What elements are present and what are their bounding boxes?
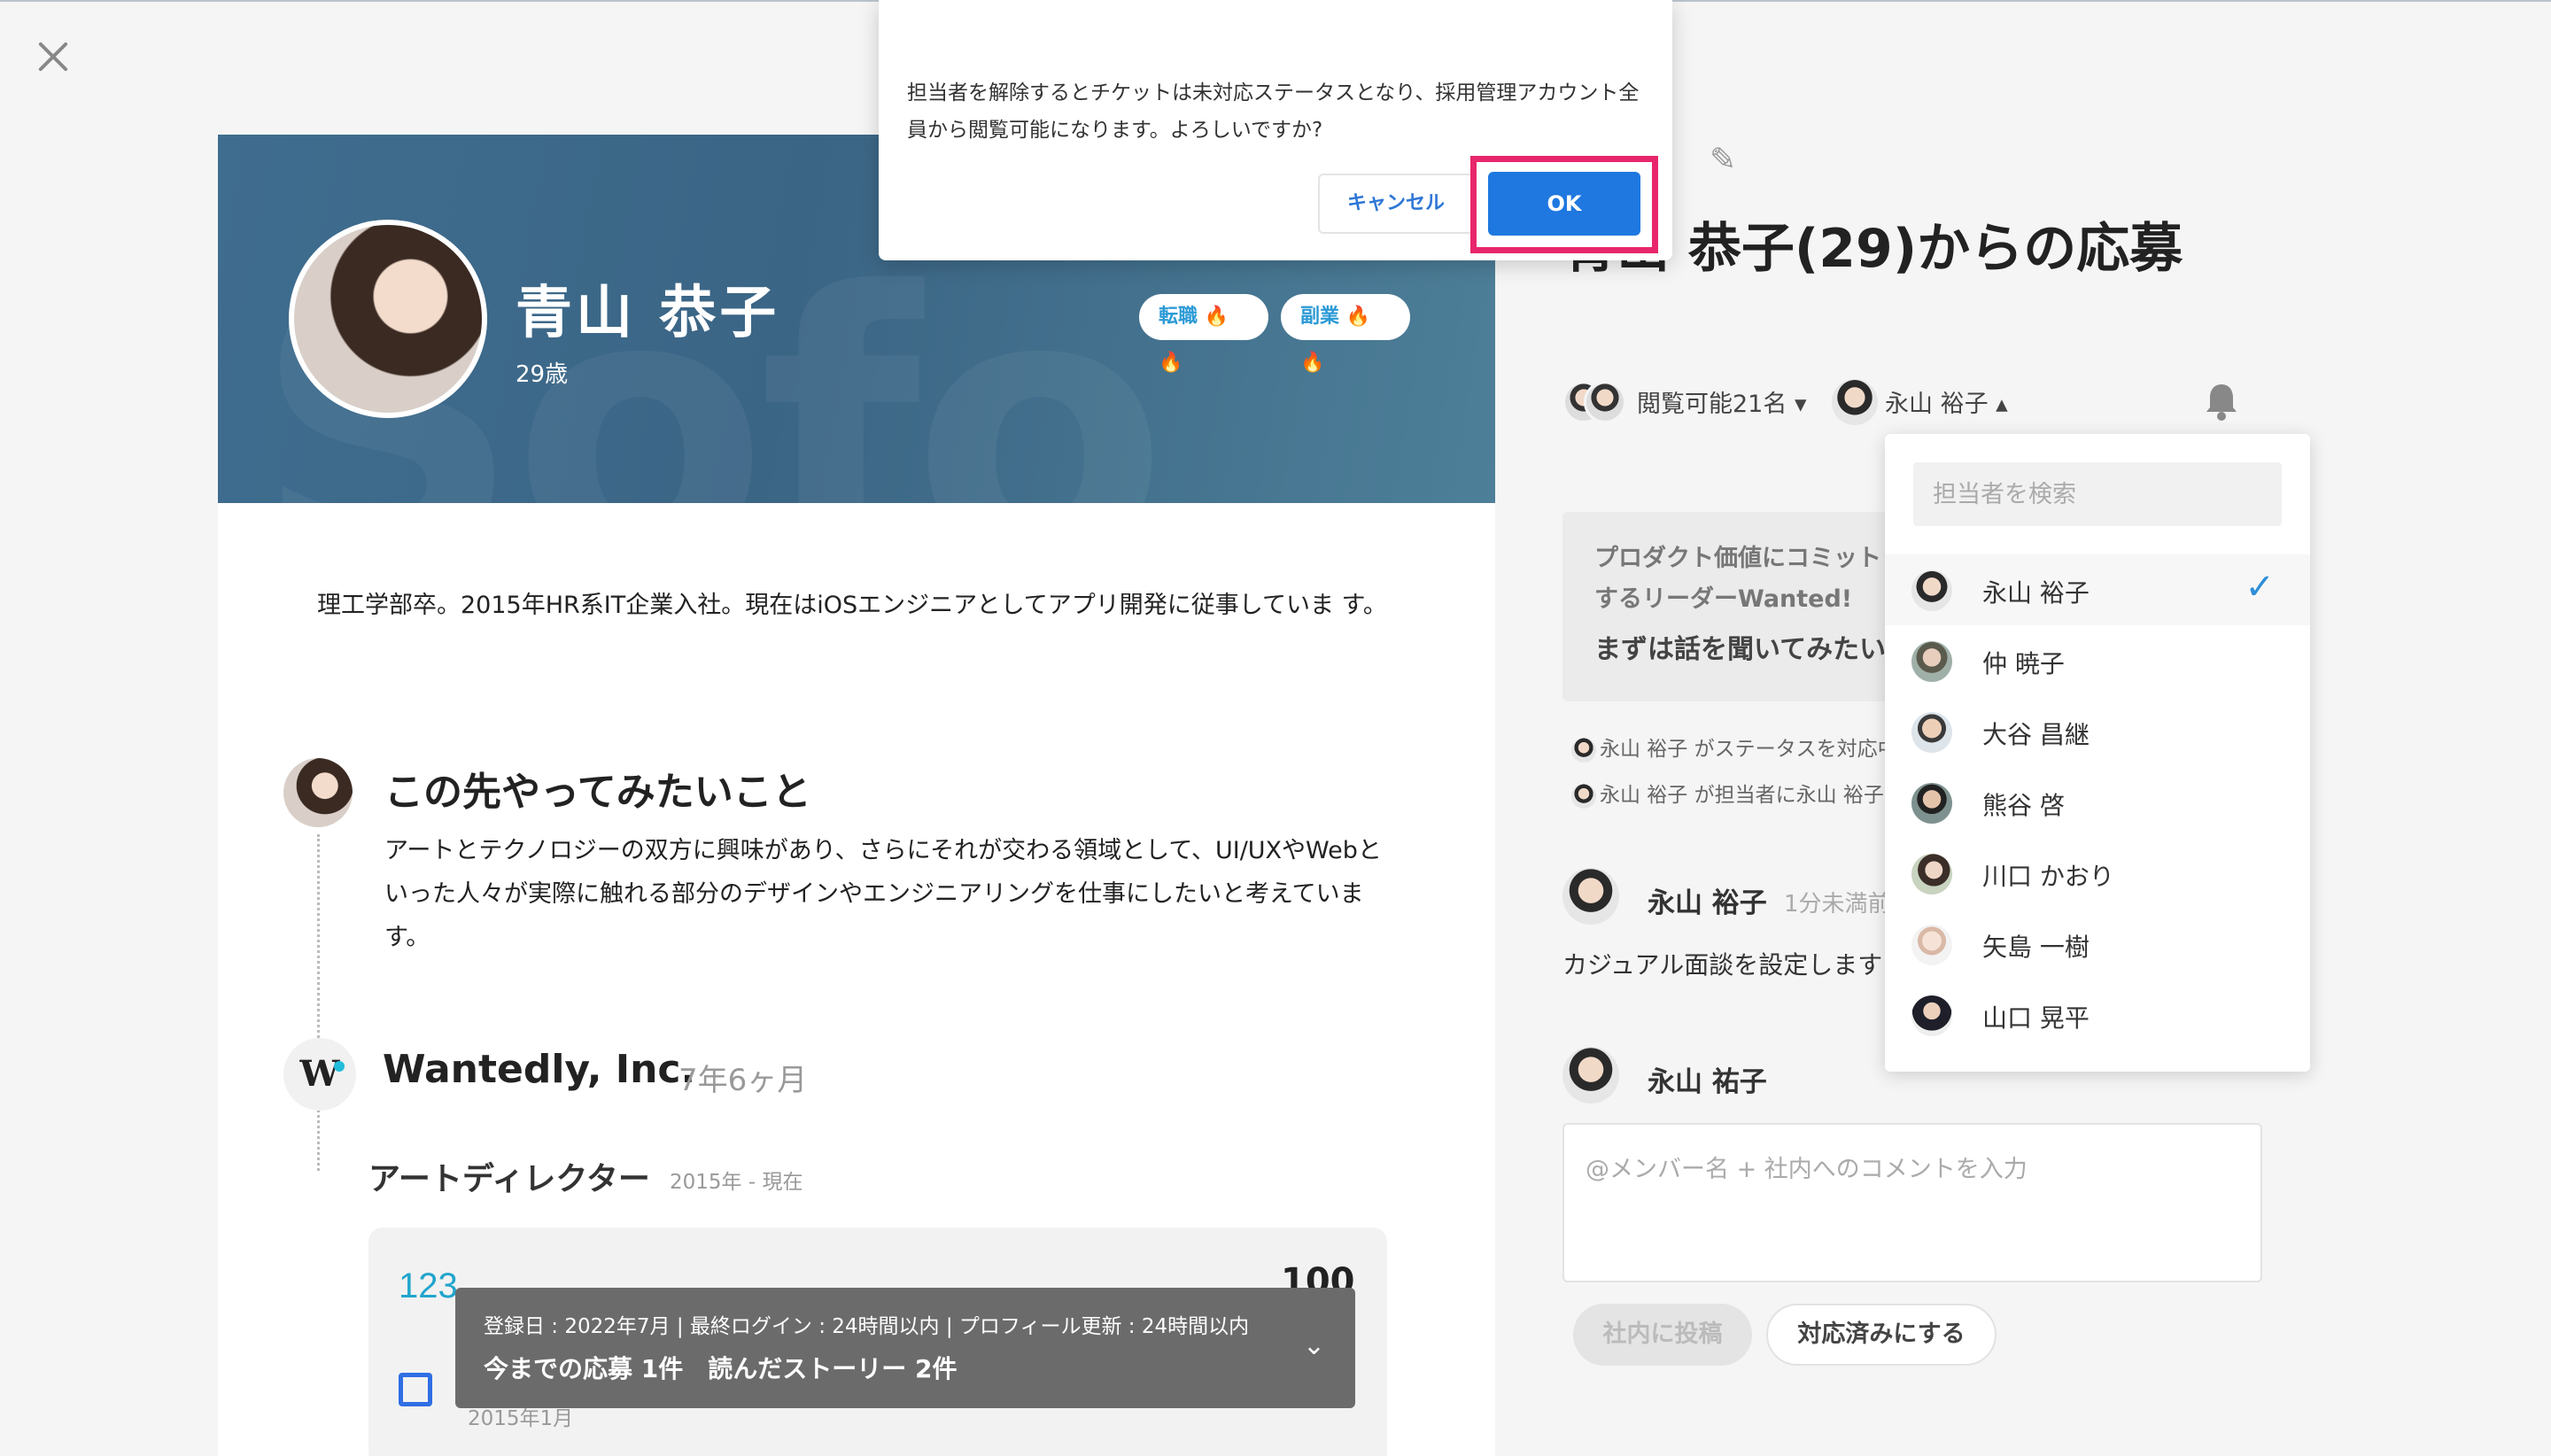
composer-avatar bbox=[1562, 1047, 1619, 1104]
log-avatar bbox=[1571, 783, 1596, 809]
cancel-button[interactable]: キャンセル bbox=[1318, 174, 1474, 234]
close-icon[interactable] bbox=[34, 37, 73, 76]
section-avatar bbox=[283, 758, 353, 827]
assignee-option[interactable]: 仲 暁子 bbox=[1885, 625, 2310, 696]
member-name: 大谷 昌継 bbox=[1982, 720, 2090, 749]
mark-done-button[interactable]: 対応済みにする bbox=[1766, 1304, 1997, 1366]
member-avatar bbox=[1911, 995, 1952, 1036]
viewers-dropdown[interactable]: 閲覧可能21名 ▾ bbox=[1637, 384, 1807, 419]
stats-bar[interactable]: 登録日 : 2022年7月 | 最終ログイン : 24時間以内 | プロフィール… bbox=[455, 1288, 1355, 1408]
message-headline: プロダクト価値にコミットするリーダーWanted! bbox=[1594, 545, 1881, 613]
assignee-avatar bbox=[1832, 379, 1878, 425]
profile-name: 青山 恭子 bbox=[516, 281, 780, 346]
log-avatar bbox=[1571, 737, 1596, 763]
log-text: 永山 裕子 が担当者に永山 裕子を設定 bbox=[1600, 784, 1890, 807]
member-name: 熊谷 啓 bbox=[1982, 791, 2065, 820]
member-avatar bbox=[1911, 854, 1952, 895]
message-intent: まずは話を聞いてみたい bbox=[1594, 634, 1887, 665]
assignee-option[interactable]: 大谷 昌継 bbox=[1885, 696, 2310, 767]
section-title: この先やってみたいこと bbox=[384, 770, 811, 815]
profile-card: Sofo 青山 恭子 29歳 転職 🔥🔥 副業 🔥🔥 理工学部卒。2015年HR… bbox=[218, 135, 1495, 1456]
viewer-avatar bbox=[1584, 381, 1626, 423]
assignee-search-input[interactable] bbox=[1913, 462, 2282, 526]
check-icon: ✓ bbox=[2245, 567, 2275, 608]
member-avatar bbox=[1911, 712, 1952, 753]
section-body: アートとテクノロジーの双方に興味があり、さらにそれが交わる領域として、UI/UX… bbox=[384, 837, 1382, 951]
member-avatar bbox=[1911, 925, 1952, 965]
member-avatar bbox=[1911, 570, 1952, 611]
job-title: アートディレクター bbox=[368, 1161, 650, 1197]
profile-avatar bbox=[289, 220, 487, 418]
member-avatar bbox=[1911, 641, 1952, 682]
composer-author: 永山 祐子 bbox=[1648, 1066, 1767, 1098]
member-name: 仲 暁子 bbox=[1982, 649, 2065, 678]
edit-pencil-icon[interactable]: ✎ bbox=[1710, 142, 1736, 178]
member-name: 永山 裕子 bbox=[1982, 578, 2090, 608]
stats-registration: 登録日 : 2022年7月 | 最終ログイン : 24時間以内 | プロフィール… bbox=[484, 1315, 1250, 1338]
comment-time: 1分未満前 bbox=[1784, 891, 1891, 918]
activity-log-item: 永山 裕子 が担当者に永山 裕子を設定 bbox=[1571, 778, 1890, 809]
work-number: 123 bbox=[399, 1266, 458, 1305]
comment-input[interactable] bbox=[1562, 1123, 2262, 1282]
stats-activity: 今までの応募 1件 読んだストーリー 2件 bbox=[484, 1354, 958, 1383]
company-duration: 7年6ヶ月 bbox=[678, 1063, 808, 1098]
member-name: 矢島 一樹 bbox=[1982, 933, 2090, 962]
assignee-option[interactable]: 矢島 一樹 bbox=[1885, 909, 2310, 980]
badge-side-job: 副業 🔥🔥 bbox=[1281, 294, 1410, 374]
member-avatar bbox=[1911, 783, 1952, 824]
job-period: 2015年 - 現在 bbox=[670, 1171, 803, 1194]
company-name: Wantedly, Inc. bbox=[383, 1047, 696, 1092]
assignee-option[interactable]: 永山 裕子 ✓ bbox=[1885, 554, 2310, 625]
assignee-option[interactable]: 熊谷 啓 bbox=[1885, 767, 2310, 838]
ok-button[interactable]: OK bbox=[1488, 172, 1640, 236]
member-name: 川口 かおり bbox=[1982, 862, 2114, 891]
profile-intro: 理工学部卒。2015年HR系IT企業入社。現在はiOSエンジニアとしてアプリ開発… bbox=[317, 592, 1387, 619]
log-text: 永山 裕子 がステータスを対応中に変更 bbox=[1600, 738, 1890, 761]
bell-icon[interactable] bbox=[2204, 381, 2239, 422]
timeline-dots bbox=[317, 834, 320, 1171]
assignee-dropdown-menu: 永山 裕子 ✓ 仲 暁子 大谷 昌継 熊谷 啓 川口 かおり 矢島 一樹 山口 … bbox=[1885, 434, 2310, 1072]
activity-log-item: 永山 裕子 がステータスを対応中に変更 bbox=[1571, 732, 1890, 763]
assignee-option[interactable]: 川口 かおり bbox=[1885, 838, 2310, 909]
post-internal-button[interactable]: 社内に投稿 bbox=[1573, 1304, 1752, 1366]
comment-text: カジュアル面談を設定します bbox=[1562, 950, 1883, 980]
assignee-dropdown[interactable]: 永山 裕子 ▴ bbox=[1885, 384, 2008, 419]
confirm-dialog: 担当者を解除するとチケットは未対応ステータスとなり、採用管理アカウント全員から閲… bbox=[879, 0, 1672, 260]
member-name: 山口 晃平 bbox=[1982, 1003, 2090, 1033]
assignee-option[interactable]: 山口 晃平 bbox=[1885, 980, 2310, 1050]
copy-icon bbox=[399, 1373, 432, 1406]
comment-avatar bbox=[1562, 868, 1619, 925]
viewers-avatars[interactable] bbox=[1562, 381, 1630, 427]
dialog-message: 担当者を解除するとチケットは未対応ステータスとなり、採用管理アカウント全員から閲… bbox=[907, 81, 1640, 142]
application-message: プロダクト価値にコミットするリーダーWanted! まずは話を聞いてみたい bbox=[1562, 512, 1890, 701]
chevron-down-icon[interactable]: ⌄ bbox=[1303, 1330, 1325, 1361]
comment-author: 永山 裕子 bbox=[1648, 887, 1767, 919]
badge-job-change: 転職 🔥🔥 bbox=[1139, 294, 1268, 374]
company-logo: W bbox=[283, 1038, 356, 1111]
profile-age: 29歳 bbox=[516, 361, 569, 388]
